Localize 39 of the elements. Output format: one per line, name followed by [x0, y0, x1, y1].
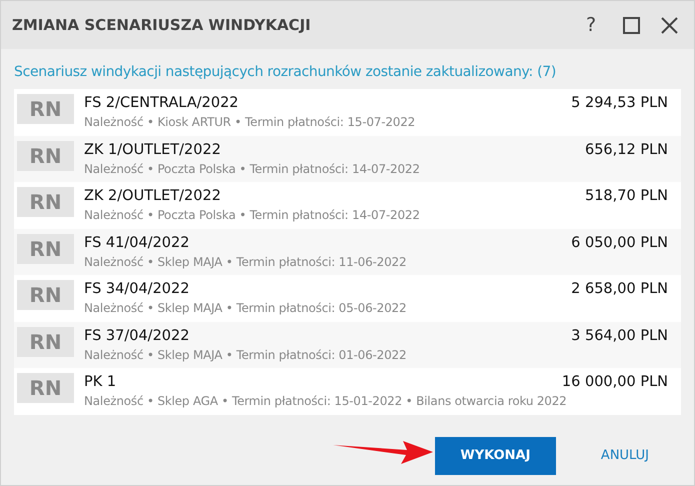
amount-text: 6 050,00 PLN [571, 234, 668, 252]
document-type-badge: RN [17, 326, 74, 356]
execute-button[interactable]: WYKONAJ [434, 436, 556, 474]
document-type-badge: RN [17, 187, 74, 217]
maximize-icon [622, 16, 640, 34]
document-number: PK 1 [84, 373, 116, 392]
document-number: FS 37/04/2022 [84, 326, 190, 346]
amount-text: 656,12 PLN [584, 140, 668, 160]
amount-text: 3 564,00 PLN [571, 326, 668, 346]
amount-text: 2 658,00 PLN [571, 280, 668, 299]
document-details: Należność • Poczta Polska • Termin płatności: 14-07-2022 [84, 207, 421, 224]
document-type-badge: RN [17, 234, 74, 264]
amount-text: 16 000,00 PLN [562, 373, 668, 392]
document-details: Należność • Kiosk ARTUR • Termin płatności: 15-07-2022 [84, 114, 416, 131]
document-details: Należność • Sklep MAJA • Termin płatności: 11-06-2022 [84, 254, 408, 270]
list-row[interactable]: RN FS 41/04/2022 6 050,00 PLN Należność • Sklep MAJA • Termin płatności: 11-06-2022 [14, 228, 681, 275]
document-type-badge: RN [17, 280, 74, 310]
amount-text: 518,70 PLN [584, 187, 668, 206]
pointer-arrow-icon [333, 439, 433, 465]
amount-text: 5 294,53 PLN [571, 94, 668, 113]
document-number: FS 41/04/2022 [84, 234, 190, 252]
window-title: ZMIANA SCENARIUSZA WINDYKACJI [12, 14, 312, 36]
document-type-badge: RN [17, 94, 74, 124]
close-icon [660, 16, 678, 34]
list-row[interactable]: RN ZK 1/OUTLET/2022 656,12 PLN Należność • Poczta Polska • Termin płatności: 14-07-2022 [14, 136, 681, 182]
document-details: Należność • Sklep AGA • Termin płatności: 15-01-2022 • Bilans otwarcia roku 2022 [84, 393, 568, 410]
help-button[interactable]: ? [576, 10, 606, 40]
document-details: Należność • Sklep MAJA • Termin płatności: 05-06-2022 [84, 300, 408, 317]
summary-text: Scenariusz windykacji następujących rozrachunków zostanie zaktualizowany: (7) [14, 63, 558, 82]
document-details: Należność • Sklep MAJA • Termin płatności: 01-06-2022 [84, 346, 408, 364]
document-type-badge: RN [17, 373, 74, 403]
cancel-button[interactable]: ANULUJ [600, 446, 649, 466]
document-details: Należność • Poczta Polska • Termin płatności: 14-07-2022 [84, 160, 421, 178]
document-type-badge: RN [17, 140, 74, 170]
document-number: ZK 1/OUTLET/2022 [84, 140, 221, 160]
document-number: ZK 2/OUTLET/2022 [84, 187, 221, 206]
list-row[interactable]: RN FS 37/04/2022 3 564,00 PLN Należność • Sklep MAJA • Termin płatności: 01-06-2022 [14, 322, 681, 368]
document-number: FS 2/CENTRALA/2022 [84, 94, 239, 113]
document-number: FS 34/04/2022 [84, 280, 190, 299]
